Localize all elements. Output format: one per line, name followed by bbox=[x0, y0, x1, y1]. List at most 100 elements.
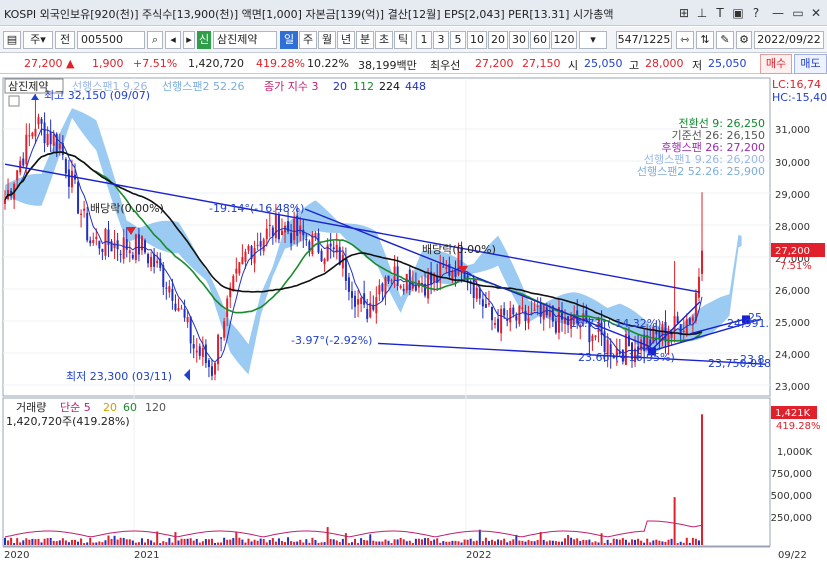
period-tick[interactable]: 틱 bbox=[394, 31, 412, 49]
candle-body bbox=[268, 224, 271, 227]
volume-bar bbox=[296, 541, 299, 545]
candle-body bbox=[122, 237, 125, 259]
volume-bar bbox=[280, 541, 283, 545]
volume-bar bbox=[335, 540, 338, 545]
volume-bar bbox=[247, 538, 250, 545]
annotation-pct1: -19.14°(-16.48%) bbox=[209, 202, 304, 215]
volume-bar bbox=[13, 543, 16, 545]
candle-body bbox=[195, 350, 198, 353]
volume-bar bbox=[253, 539, 256, 545]
code-input[interactable]: 005500 bbox=[77, 31, 145, 49]
volume-bar bbox=[676, 542, 679, 545]
volume-bar bbox=[372, 540, 375, 545]
candle-body bbox=[207, 360, 210, 368]
candle-body bbox=[183, 308, 186, 318]
candle-body bbox=[378, 285, 381, 295]
volume-bar bbox=[332, 539, 335, 545]
volume-bar bbox=[7, 540, 10, 545]
layout-icon[interactable]: ▤ bbox=[3, 31, 21, 49]
candle-body bbox=[274, 214, 277, 239]
volume-bar bbox=[119, 537, 122, 545]
volume-bar bbox=[457, 541, 460, 545]
candle-body bbox=[144, 240, 147, 253]
chart-type-icon[interactable]: ⇅ bbox=[696, 31, 714, 49]
sound-icon[interactable]: ◂ bbox=[165, 31, 181, 49]
interval-60[interactable]: 60 bbox=[530, 31, 550, 49]
link-icon[interactable]: T bbox=[712, 5, 728, 21]
buy-button[interactable]: 매수 bbox=[760, 54, 792, 74]
pin-icon[interactable]: ⊥ bbox=[694, 5, 710, 21]
favorite-badge-icon[interactable]: 신 bbox=[197, 31, 211, 49]
interval-10[interactable]: 10 bbox=[467, 31, 487, 49]
volume-bar bbox=[350, 542, 353, 545]
settings-icon[interactable]: ⚙ bbox=[736, 31, 752, 49]
sell-button[interactable]: 매도 bbox=[794, 54, 827, 74]
candle-body bbox=[226, 298, 229, 317]
interval-5[interactable]: 5 bbox=[450, 31, 466, 49]
interval-120[interactable]: 120 bbox=[551, 31, 577, 49]
volume-bar bbox=[250, 541, 253, 545]
volume-bar bbox=[198, 542, 201, 545]
interval-dropdown[interactable]: ▾ bbox=[579, 31, 607, 49]
volume-bar bbox=[323, 542, 326, 545]
stock-name-field[interactable]: 삼진제약 bbox=[213, 31, 277, 49]
volume-bar bbox=[259, 538, 262, 545]
candle-body bbox=[290, 232, 293, 244]
date-field[interactable]: 2022/09/22 bbox=[754, 31, 824, 49]
type-select[interactable]: 주▾ bbox=[23, 31, 53, 49]
volume-bar bbox=[183, 538, 186, 545]
count-field[interactable]: 547/1225 bbox=[616, 31, 672, 49]
volume-bar bbox=[137, 542, 140, 545]
minimize-icon[interactable]: — bbox=[770, 5, 786, 21]
volume-bar bbox=[685, 537, 688, 545]
period-day[interactable]: 일 bbox=[280, 31, 298, 49]
candle-body bbox=[372, 305, 375, 310]
interval-3[interactable]: 3 bbox=[433, 31, 449, 49]
draw-icon[interactable]: ✎ bbox=[716, 31, 734, 49]
tile-icon[interactable]: ▣ bbox=[730, 5, 746, 21]
search-icon[interactable]: ⌕ bbox=[147, 31, 163, 49]
zoom-icon[interactable]: ⇿ bbox=[676, 31, 694, 49]
candle-body bbox=[293, 218, 296, 241]
period-year[interactable]: 년 bbox=[337, 31, 355, 49]
period-month[interactable]: 월 bbox=[318, 31, 336, 49]
volume-bar bbox=[43, 538, 46, 545]
interval-20[interactable]: 20 bbox=[488, 31, 508, 49]
close-icon[interactable]: ✕ bbox=[808, 5, 824, 21]
candle-body bbox=[627, 335, 630, 347]
period-week[interactable]: 주 bbox=[299, 31, 317, 49]
market-select[interactable]: 전 bbox=[55, 31, 75, 49]
high-price: 28,000 bbox=[645, 57, 684, 70]
open-price: 25,050 bbox=[584, 57, 623, 70]
price-tag-pct: 7.51% bbox=[780, 261, 812, 272]
help-icon[interactable]: ? bbox=[748, 5, 764, 21]
volume-bar bbox=[244, 542, 247, 545]
candle-body bbox=[177, 307, 180, 311]
volume-bar bbox=[256, 540, 259, 545]
restore-icon[interactable]: ▭ bbox=[790, 5, 806, 21]
candle-body bbox=[238, 262, 241, 274]
candle-body bbox=[232, 275, 235, 292]
candle-body bbox=[40, 119, 43, 124]
chart-area[interactable]: 삼진제약 선행스팬1 9.26 선행스팬2 52.26 종가 지수 3 20 1… bbox=[0, 75, 827, 561]
leading-span2-value: 선행스팬2 52.26: 25,900 bbox=[637, 165, 765, 178]
period-second[interactable]: 초 bbox=[375, 31, 393, 49]
period-minute[interactable]: 분 bbox=[356, 31, 374, 49]
grid-icon[interactable]: ⊞ bbox=[676, 5, 692, 21]
volume-bar bbox=[338, 542, 341, 545]
volume-bar bbox=[34, 539, 37, 545]
volume-bar bbox=[83, 543, 86, 545]
interval-1[interactable]: 1 bbox=[416, 31, 432, 49]
candle-body bbox=[490, 306, 493, 321]
volume-bar bbox=[92, 542, 95, 545]
stock-chart[interactable]: 삼진제약 선행스팬1 9.26 선행스팬2 52.26 종가 지수 3 20 1… bbox=[0, 75, 827, 561]
volume-bar bbox=[500, 540, 503, 545]
volume-bar bbox=[551, 540, 554, 545]
candle-body bbox=[497, 318, 500, 332]
candle-body bbox=[83, 208, 86, 211]
candle-body bbox=[128, 250, 131, 254]
volume-bar bbox=[570, 537, 573, 545]
volume-bar bbox=[679, 541, 682, 545]
arrow-icon[interactable]: ▸ bbox=[183, 31, 195, 49]
interval-30[interactable]: 30 bbox=[509, 31, 529, 49]
